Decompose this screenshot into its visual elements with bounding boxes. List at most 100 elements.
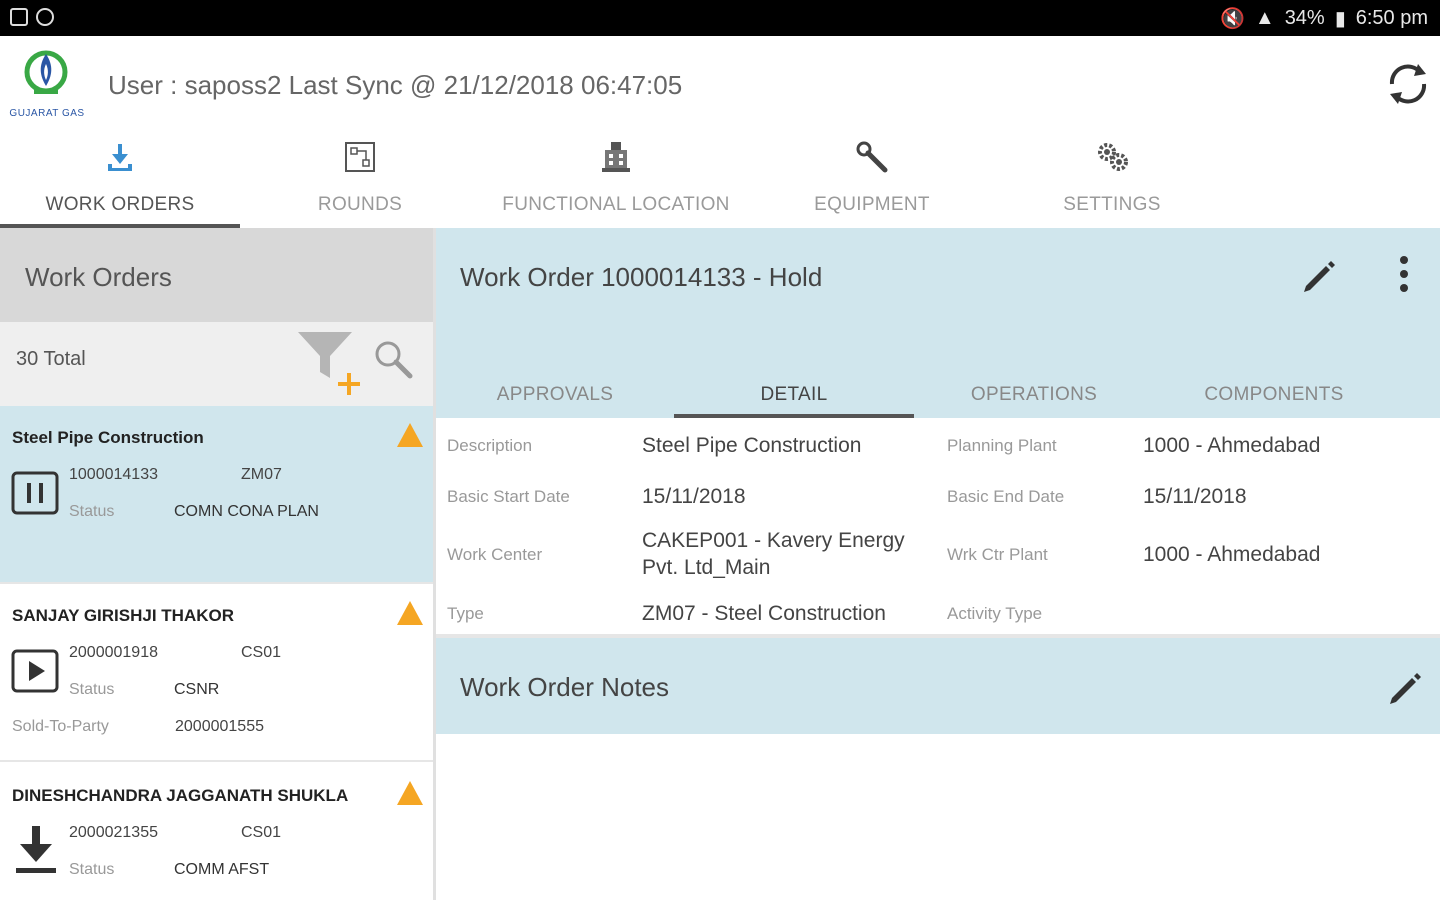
sold-to-party-label: Sold-To-Party xyxy=(12,718,109,735)
app-header: GUJARAT GAS User : saposs2 Last Sync @ 2… xyxy=(0,36,1440,136)
clock: 6:50 pm xyxy=(1355,7,1428,29)
main-tabs: WORK ORDERS ROUNDS FUNCTIONAL LOCATION E… xyxy=(0,136,1440,228)
battery-icon: ▮ xyxy=(1334,8,1346,30)
tab-equipment[interactable]: EQUIPMENT xyxy=(752,136,992,228)
status-value: COMN CONA PLAN xyxy=(174,503,319,520)
order-type-code: ZM07 xyxy=(241,466,282,483)
status-value: COMM AFST xyxy=(174,861,270,878)
panel-title: Work Orders xyxy=(25,262,172,292)
work-order-item[interactable]: SANJAY GIRISHJI THAKOR 2000001918 CS01 S… xyxy=(0,584,433,760)
status-label: Status xyxy=(69,681,115,698)
edit-work-order-button[interactable] xyxy=(1298,256,1338,296)
status-value: CSNR xyxy=(174,681,220,698)
work-order-number: 2000021355 xyxy=(69,824,158,841)
tab-functional-location[interactable]: FUNCTIONAL LOCATION xyxy=(480,136,752,228)
tab-label: WORK ORDERS xyxy=(45,194,195,215)
warning-icon xyxy=(396,422,424,448)
work-order-item[interactable]: DINESHCHANDRA JAGGANATH SHUKLA 200002135… xyxy=(0,762,433,900)
work-center-label: Work Center xyxy=(447,545,543,564)
basic-start-date-label: Basic Start Date xyxy=(447,487,570,506)
subtab-approvals[interactable]: APPROVALS xyxy=(436,368,674,418)
filter-icon xyxy=(298,332,360,395)
type-value: ZM07 - Steel Construction xyxy=(642,602,886,625)
work-orders-list-panel: Work Orders 30 Total Steel Pipe Construc… xyxy=(0,228,433,900)
logo-text: GUJARAT GAS xyxy=(9,108,85,119)
tab-label: EQUIPMENT xyxy=(814,194,930,215)
subtab-label: OPERATIONS xyxy=(970,384,1098,405)
gujarat-gas-logo: GUJARAT GAS xyxy=(8,46,86,122)
subtab-label: APPROVALS xyxy=(496,384,614,405)
whatsapp-notification-icon xyxy=(36,8,54,26)
battery-percent: 34% xyxy=(1284,7,1325,29)
search-icon xyxy=(375,341,413,379)
tab-label: ROUNDS xyxy=(317,194,403,215)
work-order-title: DINESHCHANDRA JAGGANATH SHUKLA xyxy=(12,786,349,805)
work-center-line-2: Pvt. Ltd_Main xyxy=(642,556,771,579)
search-button[interactable] xyxy=(372,338,414,380)
download-icon xyxy=(103,140,137,174)
detail-header: Work Order 1000014133 - Hold APPROVALS D… xyxy=(436,228,1440,418)
status-label: Status xyxy=(69,861,115,878)
work-order-title: SANJAY GIRISHJI THAKOR xyxy=(12,606,234,625)
detail-title: Work Order 1000014133 - Hold xyxy=(460,262,823,292)
edit-notes-button[interactable] xyxy=(1384,668,1424,708)
wrk-ctr-plant-value: 1000 - Ahmedabad xyxy=(1143,543,1321,566)
work-center-value: CAKEP001 - Kavery Energy Pvt. Ltd_Main xyxy=(642,527,905,581)
sync-icon xyxy=(1389,64,1427,104)
work-order-number: 2000001918 xyxy=(69,644,158,661)
work-center-line-1: CAKEP001 - Kavery Energy xyxy=(642,529,905,552)
type-label: Type xyxy=(447,604,484,623)
pencil-icon xyxy=(1390,673,1421,704)
warning-icon xyxy=(396,780,424,806)
order-type-code: CS01 xyxy=(241,644,282,661)
add-filter-button[interactable] xyxy=(296,328,362,396)
basic-end-date-value: 15/11/2018 xyxy=(1143,485,1247,508)
detail-fields: Description Steel Pipe Construction Plan… xyxy=(436,418,1440,636)
total-count: 30 Total xyxy=(16,348,86,370)
work-orders-header: Work Orders xyxy=(0,228,433,322)
notification-icons xyxy=(10,8,54,26)
pause-icon xyxy=(10,470,62,522)
pencil-icon xyxy=(1304,261,1335,292)
work-order-notes-section: Work Order Notes xyxy=(436,638,1440,734)
basic-start-date-value: 15/11/2018 xyxy=(642,485,746,508)
rounds-icon xyxy=(343,140,377,174)
gears-icon xyxy=(1095,140,1129,174)
download-icon xyxy=(10,822,62,874)
description-value: Steel Pipe Construction xyxy=(642,434,862,457)
subtab-label: COMPONENTS xyxy=(1204,384,1344,405)
play-icon xyxy=(10,648,62,700)
activity-type-label: Activity Type xyxy=(947,604,1043,623)
wrk-ctr-plant-label: Wrk Ctr Plant xyxy=(947,545,1048,564)
sold-to-party-value: 2000001555 xyxy=(175,718,264,735)
subtab-detail[interactable]: DETAIL xyxy=(674,368,914,418)
work-order-item[interactable]: Steel Pipe Construction 1000014133 ZM07 … xyxy=(0,406,433,582)
user-sync-info: User : saposs2 Last Sync @ 21/12/2018 06… xyxy=(108,70,683,100)
signal-icon: ▲ xyxy=(1254,7,1275,29)
work-order-number: 1000014133 xyxy=(69,466,158,483)
work-order-title: Steel Pipe Construction xyxy=(12,428,204,447)
description-label: Description xyxy=(447,436,533,455)
more-options-button[interactable] xyxy=(1394,254,1414,298)
warning-icon xyxy=(396,600,424,626)
tab-settings[interactable]: SETTINGS xyxy=(992,136,1232,228)
work-order-detail-panel: Work Order 1000014133 - Hold APPROVALS D… xyxy=(436,228,1440,900)
tab-label: FUNCTIONAL LOCATION xyxy=(502,194,730,215)
tab-rounds[interactable]: ROUNDS xyxy=(240,136,480,228)
status-bar: 🔇 ▲ 34% ▮ 6:50 pm xyxy=(0,0,1440,36)
planning-plant-label: Planning Plant xyxy=(947,436,1057,455)
subtab-label: DETAIL xyxy=(760,384,828,405)
status-indicators: 🔇 ▲ 34% ▮ 6:50 pm xyxy=(1220,6,1428,31)
more-vert-icon xyxy=(1400,256,1408,292)
basic-end-date-label: Basic End Date xyxy=(947,487,1065,506)
list-toolbar: 30 Total xyxy=(0,322,433,406)
status-label: Status xyxy=(69,503,115,520)
tab-work-orders[interactable]: WORK ORDERS xyxy=(0,136,240,228)
wrench-icon xyxy=(855,140,889,174)
notes-title: Work Order Notes xyxy=(460,672,670,702)
subtab-operations[interactable]: OPERATIONS xyxy=(914,368,1154,418)
subtab-components[interactable]: COMPONENTS xyxy=(1154,368,1394,418)
order-type-code: CS01 xyxy=(241,824,282,841)
mute-icon: 🔇 xyxy=(1219,8,1245,30)
sync-button[interactable] xyxy=(1382,58,1434,110)
